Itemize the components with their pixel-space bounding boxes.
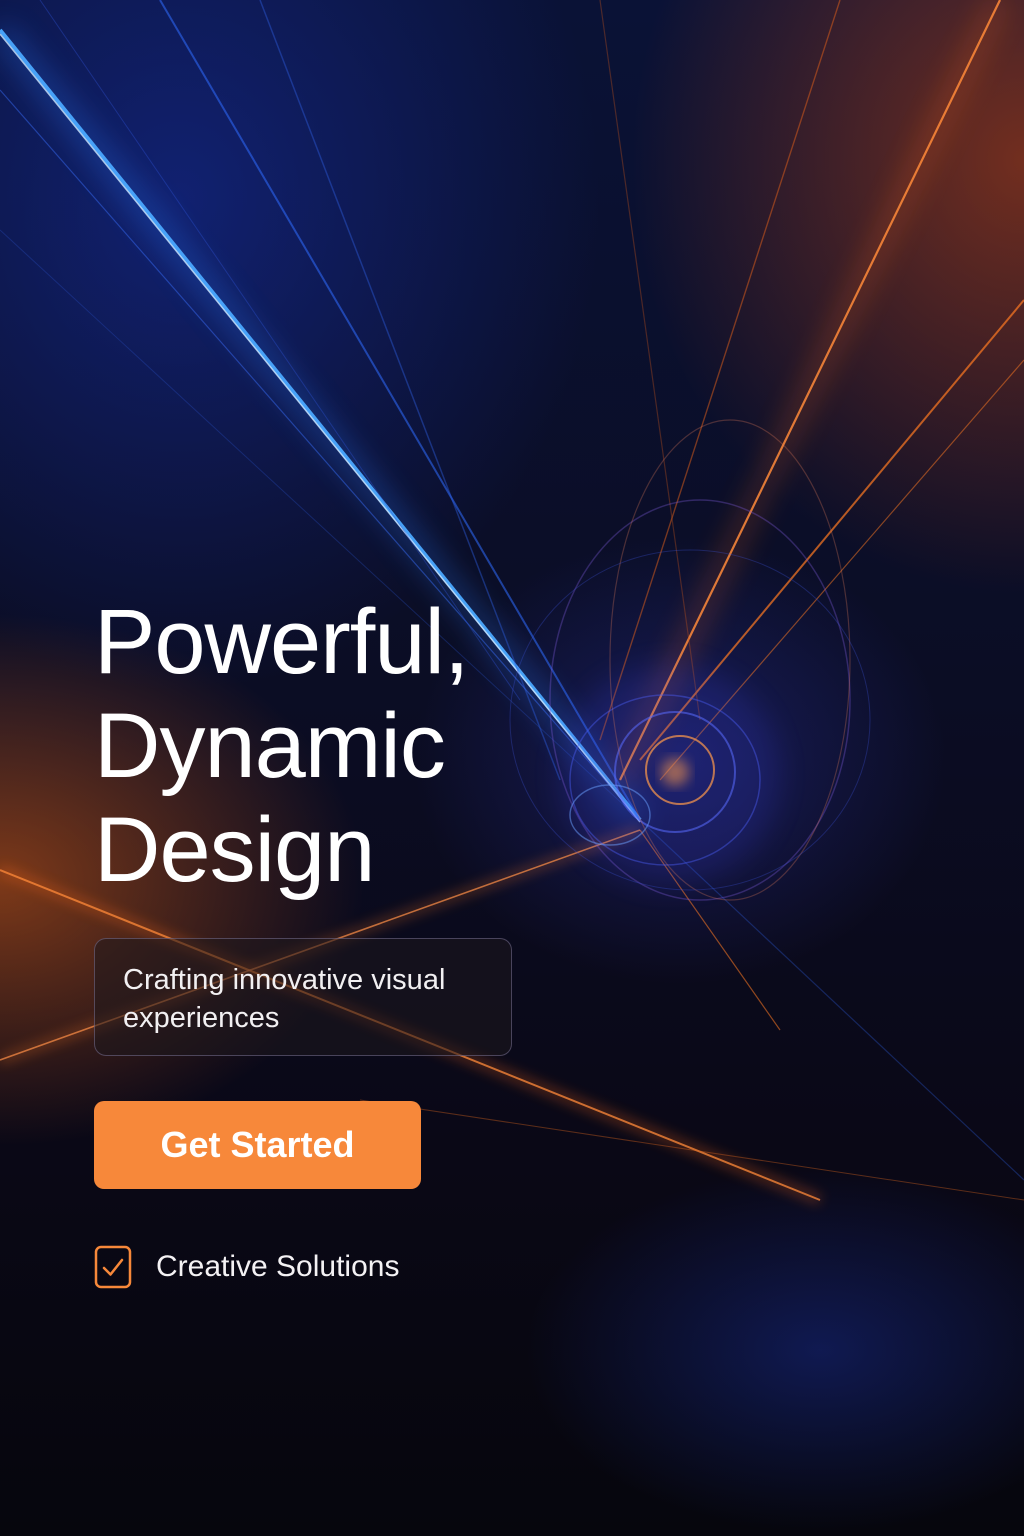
landing-page: Powerful, Dynamic Design Crafting innova… — [0, 0, 1024, 1536]
feature-item: Creative Solutions — [94, 1245, 614, 1289]
get-started-button[interactable]: Get Started — [94, 1101, 421, 1189]
checkbox-checked-icon — [94, 1245, 132, 1289]
subtitle-box: Crafting innovative visual experiences — [94, 938, 512, 1056]
headline-line-2: Dynamic — [94, 695, 446, 797]
hero-content: Powerful, Dynamic Design Crafting innova… — [94, 590, 614, 1289]
hero-headline: Powerful, Dynamic Design — [94, 590, 614, 902]
feature-label: Creative Solutions — [156, 1250, 400, 1283]
hero-subtitle: Crafting innovative visual experiences — [123, 964, 446, 1034]
headline-line-3: Design — [94, 799, 375, 901]
headline-line-1: Powerful, — [94, 591, 470, 693]
